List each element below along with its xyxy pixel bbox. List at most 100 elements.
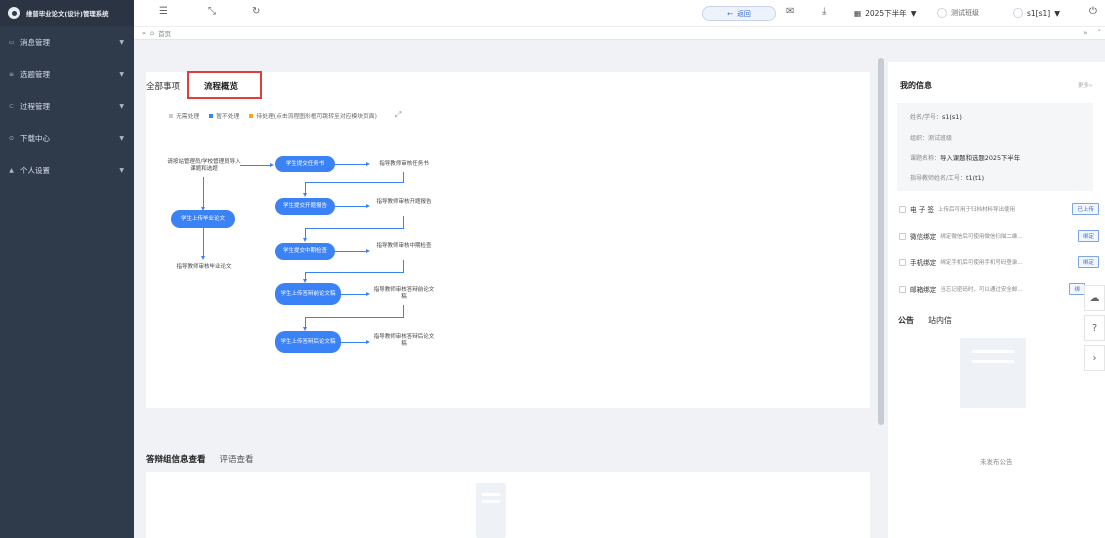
- flow-text-review-task-book: 指导教师审核任务书: [379, 161, 429, 167]
- avatar: [1013, 8, 1023, 18]
- flow-line: [203, 177, 204, 209]
- arrow-right-icon: [366, 162, 370, 166]
- lower-tabs: 答辩组信息查看 评语查看: [146, 453, 254, 465]
- message-icon: ▭: [8, 38, 15, 46]
- legend: 无需处理 暂不处理 待处理(点击流程图形框可跳转至对应模块页面) ⤢: [169, 110, 401, 120]
- collapse-left-icon[interactable]: «: [142, 29, 146, 37]
- expand-icon[interactable]: ⤢: [395, 110, 401, 120]
- sidebar-item-label: 过程管理: [20, 101, 50, 111]
- arrow-down-icon: [303, 193, 307, 197]
- refresh-icon[interactable]: ↻: [252, 6, 260, 17]
- user-menu[interactable]: s1[s1] ▼: [1013, 8, 1060, 18]
- flow-text-review-pre-defense: 指导教师审核答辩前论文稿: [373, 287, 435, 300]
- home-icon: ⌂: [149, 29, 155, 37]
- flow-line: [305, 228, 404, 229]
- menu-toggle-icon[interactable]: ☰: [159, 6, 168, 17]
- download-icon[interactable]: ⤓: [822, 6, 826, 17]
- flow-node-post-defense[interactable]: 学生上传答辩后论文稿: [275, 331, 341, 353]
- flow-line: [305, 272, 404, 273]
- group-icon: [937, 8, 947, 18]
- mail-icon: [899, 285, 906, 293]
- flow-node-proposal[interactable]: 学生提交开题报告: [275, 198, 335, 215]
- topbar: ☰ ⤡ ↻ ← 返回 ✉ ⤓ ▦ 2025下半年 ▼ 测试班级 s1[s1] ▼…: [134, 0, 1105, 26]
- flow-node-midterm[interactable]: 学生提交中期检查: [275, 243, 335, 260]
- tab-comments[interactable]: 评语查看: [220, 453, 254, 465]
- flow-line: [403, 305, 404, 317]
- bind-wechat-button[interactable]: 绑定: [1077, 230, 1099, 242]
- arrow-right-icon: [366, 292, 370, 296]
- chevron-down-icon: ▼: [119, 38, 124, 46]
- bind-email-button[interactable]: 绑: [1069, 283, 1085, 295]
- breadcrumb-home[interactable]: 首页: [158, 28, 171, 38]
- download-icon: ⊙: [8, 134, 15, 142]
- sidebar-item-process[interactable]: ⊂ 过程管理 ▼: [0, 90, 134, 122]
- arrow-right-icon: [366, 204, 370, 208]
- arrow-right-icon: [366, 340, 370, 344]
- sidebar-item-label: 个人设置: [20, 165, 50, 175]
- flow-text-review-thesis: 指导教师审核毕业论文: [176, 264, 232, 270]
- tab-announcement[interactable]: 公告: [898, 315, 914, 326]
- my-info-title: 我的信息: [900, 81, 932, 90]
- caret-down-icon: ▼: [910, 9, 917, 18]
- sidebar-item-topic[interactable]: ≡ 选题管理 ▼: [0, 58, 134, 90]
- flow-line: [335, 164, 367, 165]
- power-icon[interactable]: ⏻: [1089, 6, 1097, 17]
- arrow-right-icon: [270, 163, 274, 167]
- binding-phone: 手机绑定 绑定手机后可使用手机号码登录... 绑定: [899, 256, 1099, 268]
- defense-card: [146, 472, 870, 538]
- tab-defense-group[interactable]: 答辩组信息查看: [146, 453, 206, 465]
- uploaded-button[interactable]: 已上传: [1072, 203, 1099, 215]
- phone-icon: [899, 258, 906, 266]
- legend-pending-skip: 暂不处理: [209, 111, 239, 120]
- arrow-right-icon: [366, 249, 370, 253]
- tab-inbox[interactable]: 站内信: [928, 315, 952, 326]
- semester-select[interactable]: ▦ 2025下半年 ▼: [854, 8, 916, 19]
- brand: 维普毕业论文(设计)管理系统: [0, 0, 134, 26]
- legend-no-action: 无需处理: [169, 111, 199, 120]
- sidebar-item-message[interactable]: ▭ 消息管理 ▼: [0, 26, 134, 58]
- more-link[interactable]: 更多»: [1078, 81, 1092, 89]
- list-icon: ≡: [8, 70, 15, 78]
- flow-line: [240, 165, 270, 166]
- flow-node-pre-defense[interactable]: 学生上传答辩前论文稿: [275, 283, 341, 305]
- chat-icon[interactable]: ☁: [1084, 285, 1105, 311]
- flow-node-upload-thesis[interactable]: 学生上传毕业论文: [171, 210, 235, 228]
- sidebar-item-label: 消息管理: [20, 37, 50, 47]
- mail-icon[interactable]: ✉: [786, 6, 794, 17]
- flow-line: [341, 294, 367, 295]
- back-button[interactable]: ← 返回: [702, 6, 776, 21]
- chevron-right-icon[interactable]: ›: [1084, 345, 1105, 371]
- scrollbar[interactable]: [878, 58, 884, 425]
- chevron-down-icon[interactable]: ˅: [1098, 29, 1102, 37]
- breadcrumb: « ⌂ 首页 » ˅: [134, 26, 1105, 40]
- flow-line: [335, 251, 367, 252]
- process-icon: ⊂: [8, 102, 15, 110]
- info-teacher: 指导教师姓名/工号：t1(t1): [910, 174, 985, 182]
- flow-line: [403, 172, 404, 182]
- tab-all-items[interactable]: 全部事项: [146, 80, 180, 92]
- flow-line: [335, 206, 367, 207]
- empty-illustration: [960, 338, 1026, 408]
- help-icon[interactable]: ?: [1084, 315, 1105, 341]
- chevron-down-icon: ▼: [119, 134, 124, 142]
- flow-line: [203, 228, 204, 258]
- floating-tools: ☁ ? ›: [1084, 285, 1105, 371]
- flow-node-task-book[interactable]: 学生提交任务书: [275, 156, 335, 172]
- app-title: 维普毕业论文(设计)管理系统: [26, 9, 109, 18]
- binding-email: 邮箱绑定 当忘记密码时，可以通过安全邮... 绑: [899, 283, 1085, 295]
- caret-down-icon: ▼: [1054, 8, 1060, 18]
- bind-phone-button[interactable]: 绑定: [1077, 256, 1099, 268]
- sidebar-item-download[interactable]: ⊙ 下载中心 ▼: [0, 122, 134, 154]
- flow-text-admin: 请按站管理员/学校管理员导入课题和选题: [167, 159, 241, 172]
- arrow-down-icon: [303, 238, 307, 242]
- fullscreen-icon[interactable]: ⤡: [208, 6, 216, 17]
- user-icon: ▲: [9, 166, 14, 174]
- info-org: 组织：测试班级: [910, 135, 953, 142]
- sidebar-item-label: 选题管理: [20, 69, 50, 79]
- double-chevron-right-icon[interactable]: »: [1083, 29, 1087, 37]
- sidebar-item-label: 下载中心: [20, 133, 50, 143]
- sidebar-item-settings[interactable]: ▲ 个人设置 ▼: [0, 154, 134, 186]
- flow-line: [305, 317, 404, 318]
- wechat-icon: [899, 232, 906, 240]
- info-topic: 课题名称：导入课题和选题2025下半年: [910, 154, 1021, 162]
